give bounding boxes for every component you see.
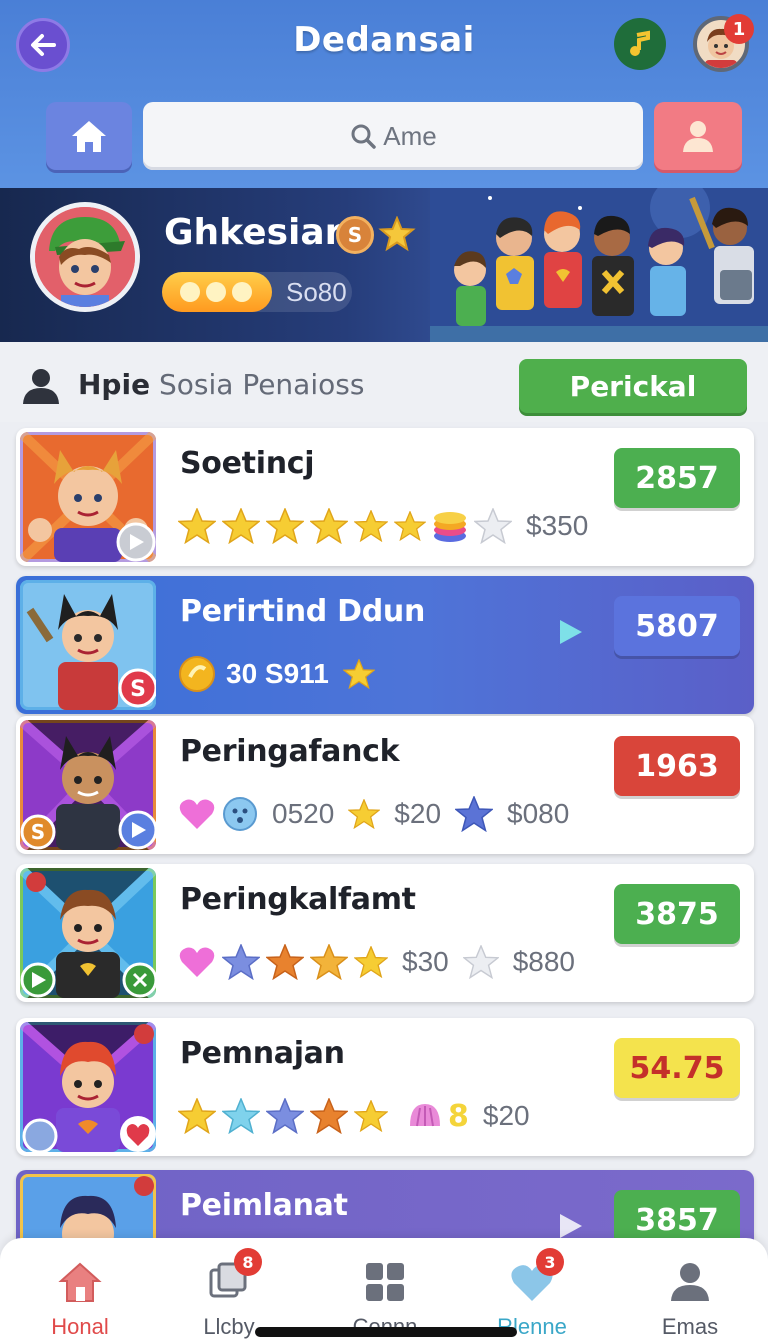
item-title: Peimlanat: [180, 1188, 348, 1223]
heart-icon: [179, 799, 215, 829]
list-item[interactable]: Pemnajan 8 $20 54.75: [16, 1018, 754, 1156]
item-meta-b: $20: [394, 798, 442, 829]
music-note-icon: [630, 30, 650, 56]
person-icon: [671, 1263, 709, 1301]
section-title-rest: Sosia Penaioss: [158, 368, 365, 401]
music-button[interactable]: [614, 18, 666, 70]
user-icon: [683, 121, 713, 152]
item-meta-badge: 8: [448, 1098, 469, 1134]
item-score[interactable]: 1963: [614, 736, 740, 796]
item-score[interactable]: 3875: [614, 884, 740, 944]
player-name: Ghkesiar: [164, 212, 343, 253]
section-title: Hpie Sosia Penaioss: [78, 368, 364, 401]
play-icon[interactable]: [554, 616, 586, 648]
nav-badge: 8: [234, 1248, 262, 1276]
characters-illustration: [430, 188, 768, 342]
coin-stack-icon: [434, 512, 466, 542]
player-avatar-icon: [35, 207, 135, 307]
orange-star-icon: [266, 944, 304, 980]
list-item[interactable]: S Perirtind Ddun 30 S911 5807: [16, 576, 754, 714]
star-icon: [354, 946, 388, 978]
coin-icon: [179, 656, 215, 692]
item-meta: 30 S911: [178, 654, 375, 694]
home-icon: [58, 1262, 102, 1302]
coin-badge: S: [336, 216, 374, 254]
star-icon: [354, 1100, 388, 1132]
item-title: Soetincj: [180, 446, 315, 481]
item-score[interactable]: 5807: [614, 596, 740, 656]
item-title: Peringkalfamt: [180, 882, 416, 917]
item-meta-a: $30: [402, 946, 449, 977]
star-icon: [222, 508, 260, 544]
star-icon: [310, 944, 348, 980]
section-title-bold: Hpie: [78, 368, 151, 401]
item-score[interactable]: 54.75: [614, 1038, 740, 1098]
orange-star-icon: [310, 1098, 348, 1134]
player-avatar[interactable]: [30, 202, 140, 312]
blue-star-icon: [222, 944, 260, 980]
search-placeholder: Ame: [383, 120, 437, 151]
blue-star-icon: [266, 1098, 304, 1134]
svg-text:S: S: [31, 820, 45, 844]
search-input[interactable]: Ame: [143, 102, 643, 170]
star-outline-icon: [462, 945, 499, 979]
person-icon: [23, 369, 59, 404]
item-meta: 8 $20: [178, 1096, 538, 1136]
item-price: $20: [482, 1100, 530, 1131]
star-icon: [394, 511, 426, 541]
section-action-button[interactable]: Perickal: [519, 359, 747, 413]
list-item[interactable]: S Peringafanck 0520 $20 $080 1963: [16, 716, 754, 854]
item-thumbnail: [20, 868, 156, 998]
item-meta: 0520 $20 $080: [178, 794, 577, 834]
xp-progress-fill: [162, 272, 273, 312]
star-icon: [354, 510, 388, 542]
home-icon: [72, 121, 106, 152]
item-thumbnail: S: [20, 720, 156, 850]
item-score[interactable]: 2857: [614, 448, 740, 508]
blue-star-icon: [455, 796, 494, 832]
list-item[interactable]: Soetincj $350 2857: [16, 428, 754, 566]
star-icon: [178, 1098, 216, 1134]
grid-icon: [366, 1263, 404, 1301]
item-thumbnail: [20, 1022, 156, 1152]
item-meta: $350: [178, 506, 596, 546]
heart-icon: [179, 947, 215, 977]
player-banner: Ghkesiar S So80: [0, 188, 768, 342]
item-meta-text: 30 S911: [226, 658, 329, 689]
item-title: Pemnajan: [180, 1036, 345, 1071]
star-icon: [178, 508, 216, 544]
item-thumbnail: [20, 432, 156, 562]
cyan-star-icon: [222, 1098, 260, 1134]
home-button[interactable]: [46, 102, 132, 170]
shell-icon: [410, 1104, 440, 1127]
star-icon: [348, 799, 381, 829]
item-meta-a: 0520: [272, 798, 335, 829]
nav-item-profile[interactable]: Emas: [620, 1258, 760, 1340]
nav-label: Emas: [661, 1314, 719, 1339]
nav-label: Honal: [51, 1314, 109, 1339]
item-title: Peringafanck: [180, 734, 400, 769]
face-icon: [223, 797, 257, 831]
notification-badge: 1: [724, 14, 754, 44]
nav-badge: 3: [536, 1248, 564, 1276]
star-icon: [310, 508, 348, 544]
user-button[interactable]: [654, 102, 742, 170]
star-icon: [266, 508, 304, 544]
item-thumbnail: S: [20, 580, 156, 710]
item-meta: $30 $880: [178, 942, 583, 982]
nav-item-home[interactable]: Honal: [10, 1258, 150, 1340]
list-item[interactable]: Peringkalfamt $30 $880 3875: [16, 864, 754, 1002]
home-indicator[interactable]: [255, 1327, 517, 1337]
search-icon: [351, 124, 377, 149]
item-price: $350: [526, 510, 589, 541]
svg-text:S: S: [130, 677, 146, 702]
item-meta-b: $880: [512, 946, 576, 977]
star-outline-icon: [474, 508, 512, 544]
star-icon: [342, 659, 375, 689]
star-icon: [378, 216, 416, 252]
coin-count: So80: [286, 277, 347, 307]
item-meta-c: $080: [507, 798, 570, 829]
item-title: Perirtind Ddun: [180, 594, 425, 629]
